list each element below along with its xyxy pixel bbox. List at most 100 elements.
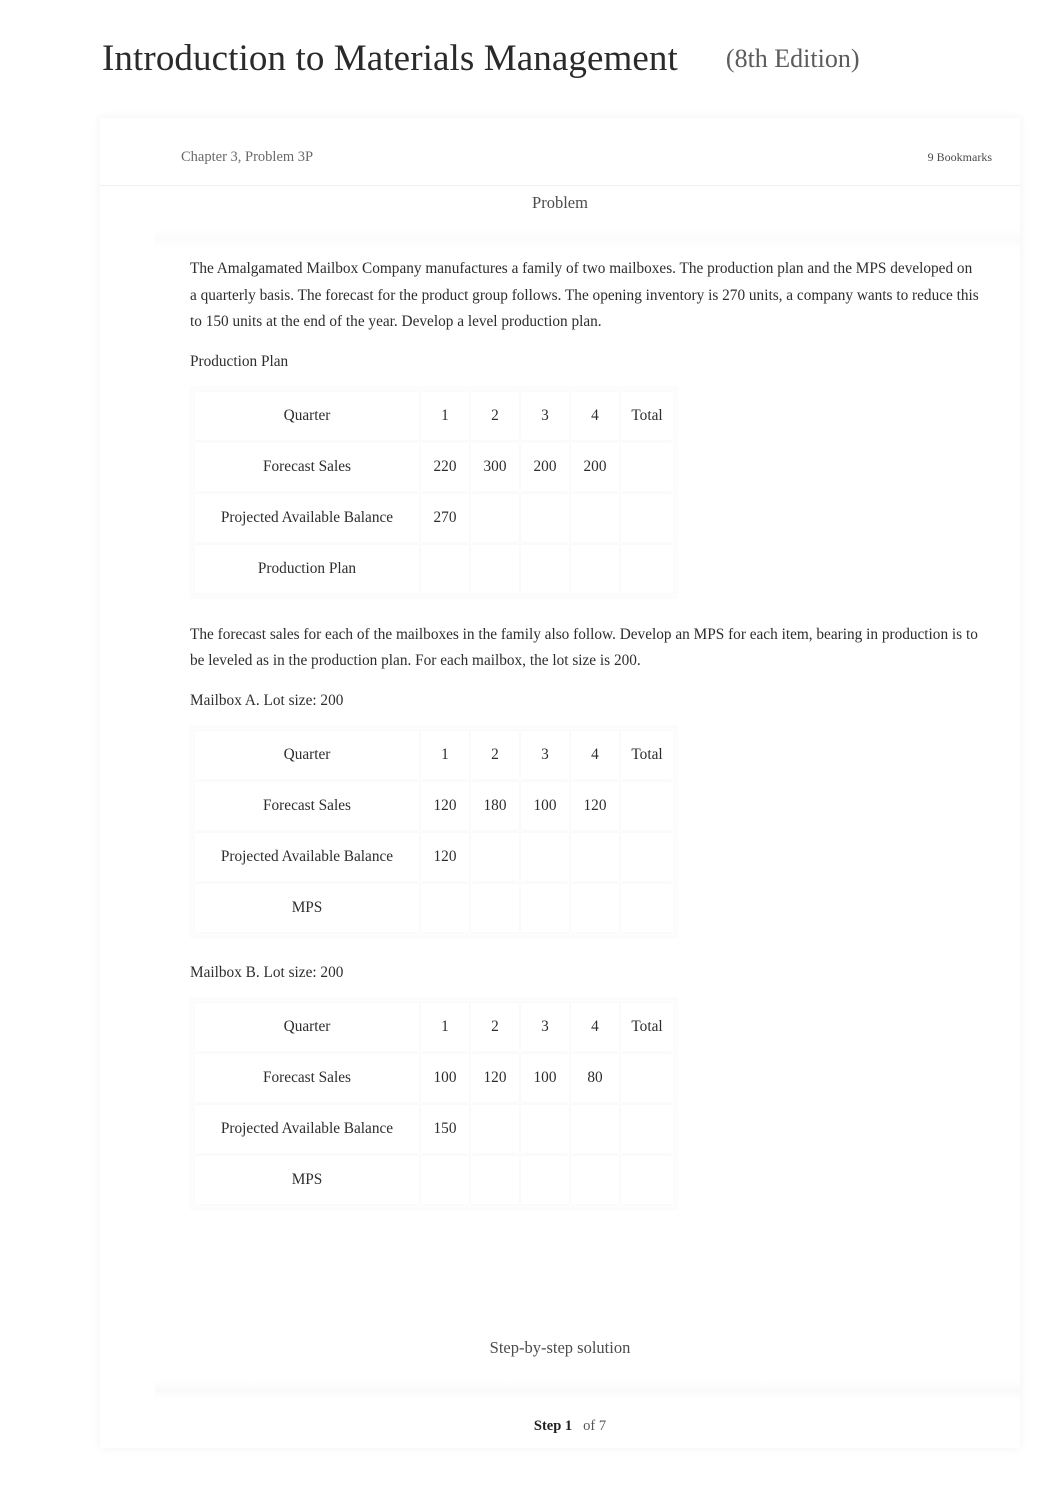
table-row: Quarter 1 2 3 4 Total [195,391,673,440]
problem-paragraph-1: The Amalgamated Mailbox Company manufact… [190,260,979,330]
problem-body: The Amalgamated Mailbox Company manufact… [190,256,980,1233]
table-cell: 100 [521,1053,569,1102]
table-row-label: Projected Available Balance [195,832,419,881]
table-cell [621,883,673,932]
table-row: Projected Available Balance 120 [195,832,673,881]
table-header-cell: Total [621,391,673,440]
table-cell [471,832,519,881]
table-cell: 80 [571,1053,619,1102]
problem-heading-divider [155,228,1020,250]
table-cell: 270 [421,493,469,542]
table-header-cell: 3 [521,1002,569,1051]
production-plan-table: Quarter 1 2 3 4 Total Forecast Sales 220… [193,388,675,596]
table-header-cell: 1 [421,1002,469,1051]
table-cell: 200 [571,442,619,491]
table-header-cell: Quarter [195,730,419,779]
table-header-cell: Quarter [195,1002,419,1051]
table-row-label: Forecast Sales [195,1053,419,1102]
problem-section-heading: Problem [532,193,588,212]
production-plan-table-wrap: Quarter 1 2 3 4 Total Forecast Sales 220… [190,385,678,599]
table-row: Forecast Sales 120 180 100 120 [195,781,673,830]
problem-paragraph-2: The forecast sales for each of the mailb… [190,625,978,670]
table-header-cell: 2 [471,730,519,779]
table-cell [471,883,519,932]
table-row-label: Forecast Sales [195,442,419,491]
table-cell [621,832,673,881]
table-header-cell: Total [621,1002,673,1051]
table-cell [621,493,673,542]
table-cell: 100 [421,1053,469,1102]
table-cell [621,1104,673,1153]
table-header-cell: 3 [521,730,569,779]
table-header-cell: 4 [571,391,619,440]
table-cell: 180 [471,781,519,830]
table-cell [571,883,619,932]
table-row: MPS [195,1155,673,1204]
table-header-cell: 1 [421,730,469,779]
table-cell: 100 [521,781,569,830]
table-row: Quarter 1 2 3 4 Total [195,1002,673,1051]
production-plan-label: Production Plan [190,352,289,370]
mailbox-b-table-wrap: Quarter 1 2 3 4 Total Forecast Sales 100… [190,996,678,1210]
table-cell [421,544,469,593]
table-cell [521,1155,569,1204]
table-header-cell: Quarter [195,391,419,440]
mailbox-a-table-wrap: Quarter 1 2 3 4 Total Forecast Sales 120… [190,724,678,938]
table-row: Forecast Sales 100 120 100 80 [195,1053,673,1102]
table-header-cell: 4 [571,730,619,779]
table-cell [471,1155,519,1204]
mailbox-a-label: Mailbox A. Lot size: 200 [190,691,344,709]
table-row: Projected Available Balance 150 [195,1104,673,1153]
mailbox-b-label: Mailbox B. Lot size: 200 [190,963,344,981]
table-cell: 120 [571,781,619,830]
page-title: Introduction to Materials Management [102,37,678,79]
table-row: Production Plan [195,544,673,593]
table-cell [521,544,569,593]
mailbox-b-table: Quarter 1 2 3 4 Total Forecast Sales 100… [193,999,675,1207]
table-row: Quarter 1 2 3 4 Total [195,730,673,779]
table-cell [571,493,619,542]
table-row-label: Production Plan [195,544,419,593]
table-row: MPS [195,883,673,932]
table-cell: 220 [421,442,469,491]
table-cell: 120 [471,1053,519,1102]
solution-heading-divider [155,1380,1020,1400]
table-cell [421,883,469,932]
table-row-label: Projected Available Balance [195,1104,419,1153]
table-cell [521,883,569,932]
table-header-cell: 1 [421,391,469,440]
bookmarks-count[interactable]: 9 Bookmarks [928,150,992,165]
table-row-label: Projected Available Balance [195,493,419,542]
book-edition-label: (8th Edition) [725,44,860,73]
total-steps-label: of 7 [583,1417,607,1434]
table-row-label: Forecast Sales [195,781,419,830]
table-cell [571,544,619,593]
current-step-label[interactable]: Step 1 [534,1418,572,1435]
mailbox-a-table: Quarter 1 2 3 4 Total Forecast Sales 120… [193,727,675,935]
table-cell: 200 [521,442,569,491]
table-header-cell: Total [621,730,673,779]
table-cell [571,832,619,881]
table-cell [471,1104,519,1153]
table-cell [421,1155,469,1204]
table-cell [621,442,673,491]
table-cell [571,1104,619,1153]
table-header-cell: 2 [471,391,519,440]
table-row-label: MPS [195,1155,419,1204]
table-row: Projected Available Balance 270 [195,493,673,542]
chapter-bar: Chapter 3, Problem 3P 9 Bookmarks [100,130,1020,186]
breadcrumb[interactable]: Chapter 3, Problem 3P [181,149,313,166]
table-cell: 150 [421,1104,469,1153]
table-header-cell: 2 [471,1002,519,1051]
table-header-cell: 3 [521,391,569,440]
step-pagination: Step 1 of 7 [120,1405,1020,1447]
table-cell: 300 [471,442,519,491]
table-row: Forecast Sales 220 300 200 200 [195,442,673,491]
table-header-cell: 4 [571,1002,619,1051]
table-cell [621,781,673,830]
table-row-label: MPS [195,883,419,932]
book-header: Introduction to Materials Management (8t… [0,0,1062,118]
table-cell: 120 [421,781,469,830]
table-cell [471,493,519,542]
solution-section-heading: Step-by-step solution [489,1338,631,1357]
